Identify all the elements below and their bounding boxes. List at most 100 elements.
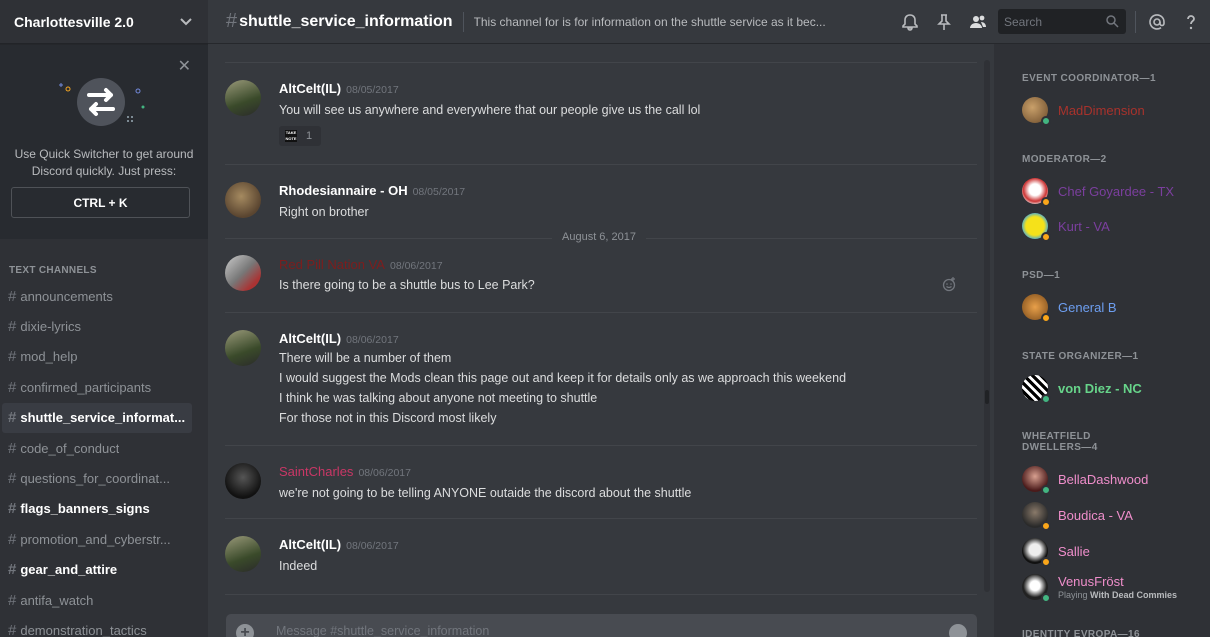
role-header: STATE ORGANIZER—1 — [1022, 351, 1139, 362]
channel-name: antifa_watch — [20, 592, 94, 608]
message-input[interactable] — [276, 624, 916, 637]
message-divider — [225, 445, 977, 446]
pin-icon[interactable] — [934, 12, 954, 32]
members-icon[interactable] — [968, 12, 988, 32]
avatar — [1022, 97, 1051, 126]
avatar — [1022, 294, 1051, 323]
channel-item[interactable]: # questions_for_coordinat... — [2, 463, 192, 493]
quick-switcher-text-line: Discord quickly. Just press: — [31, 164, 177, 178]
channel-item[interactable]: # code_of_conduct — [2, 433, 192, 463]
timestamp: 08/06/2017 — [346, 540, 399, 552]
role-header: EVENT COORDINATOR—1 — [1022, 73, 1156, 84]
member-item[interactable]: Kurt - VA — [1022, 210, 1202, 242]
hash-icon: # — [8, 439, 17, 457]
channel-item[interactable]: # gear_and_attire — [2, 555, 192, 585]
help-icon[interactable] — [1181, 12, 1201, 32]
channel-item[interactable]: # announcements — [2, 281, 192, 311]
channel-name: announcements — [20, 288, 113, 304]
member-item[interactable]: von Diez - NC — [1022, 372, 1202, 404]
author-name[interactable]: AltCelt(IL) — [279, 81, 341, 96]
close-icon[interactable]: ✕ — [178, 56, 191, 76]
channel-item[interactable]: # demonstration_tactics — [2, 615, 192, 637]
status-idle-icon — [1041, 521, 1051, 531]
member-item[interactable]: Sallie — [1022, 535, 1202, 567]
hash-icon: # — [8, 378, 17, 396]
message-header: AltCelt(IL) 08/05/2017 — [279, 81, 399, 96]
channel-name: dixie-lyrics — [20, 319, 82, 335]
message-scrollbar[interactable] — [984, 60, 990, 592]
quick-switcher-text-line: Use Quick Switcher to get around — [14, 147, 194, 161]
channel-item[interactable]: # flags_banners_signs — [2, 494, 192, 524]
mention-icon[interactable] — [1147, 12, 1167, 32]
channel-name: demonstration_tactics — [20, 622, 147, 637]
avatar[interactable] — [225, 536, 261, 572]
role-header-line: WHEATFIELD — [1022, 431, 1091, 442]
search-input[interactable] — [1004, 14, 1100, 29]
message-header: AltCelt(IL) 08/06/2017 — [279, 331, 399, 346]
channel-item[interactable]: # confirmed_participants — [2, 372, 192, 402]
channel-name: confirmed_participants — [20, 379, 152, 395]
message-group: Red Pill Nation VA 08/06/2017 Is there go… — [225, 254, 977, 304]
message-text: For those not in this Discord most likel… — [279, 411, 497, 425]
message-divider — [225, 312, 977, 313]
timestamp: 08/06/2017 — [358, 467, 411, 479]
message-header: SaintCharles 08/06/2017 — [279, 464, 411, 479]
author-name[interactable]: Rhodesiannaire - OH — [279, 183, 408, 198]
avatar[interactable] — [225, 330, 261, 366]
status-idle-icon — [1041, 232, 1051, 242]
category-text-channels[interactable]: TEXT CHANNELS — [9, 265, 97, 276]
channel-item[interactable]: # dixie-lyrics — [2, 311, 192, 341]
upload-plus-icon[interactable]: + — [236, 624, 254, 637]
message-text: Right on brother — [279, 205, 369, 219]
message-header: AltCelt(IL) 08/06/2017 — [279, 537, 399, 552]
message-divider — [225, 164, 977, 165]
activity-prefix: Playing — [1058, 590, 1088, 600]
hash-icon: # — [8, 621, 17, 637]
hash-icon: # — [8, 530, 17, 548]
message-group: AltCelt(IL) 08/06/2017 There will be a nu… — [225, 328, 977, 438]
member-item[interactable]: General B — [1022, 291, 1202, 323]
quick-switcher-shortcut[interactable]: CTRL + K — [11, 187, 190, 218]
author-name[interactable]: Red Pill Nation VA — [279, 257, 385, 272]
hash-icon: # — [8, 318, 17, 336]
channel-item[interactable]: # antifa_watch — [2, 585, 192, 615]
channel-sidebar: Charlottesville 2.0 ✕ Use Quick Switcher… — [0, 0, 208, 637]
avatar[interactable] — [225, 80, 261, 116]
member-item[interactable]: Chef Goyardee - TX — [1022, 175, 1202, 207]
author-name[interactable]: SaintCharles — [279, 464, 353, 479]
avatar[interactable] — [225, 182, 261, 218]
hash-icon: # — [226, 10, 238, 32]
search-icon — [1106, 15, 1119, 28]
channel-item[interactable]: # mod_help — [2, 342, 192, 372]
member-item[interactable]: Boudica - VA — [1022, 499, 1202, 531]
emoji-picker-icon[interactable] — [949, 624, 967, 637]
channel-title: shuttle_service_information — [239, 12, 453, 30]
search-box[interactable] — [998, 9, 1126, 34]
member-item[interactable]: BellaDashwood — [1022, 463, 1202, 495]
channel-item[interactable]: # promotion_and_cyberstr... — [2, 524, 192, 554]
author-name[interactable]: AltCelt(IL) — [279, 331, 341, 346]
message-group: SaintCharles 08/06/2017 we're not going t… — [225, 461, 977, 511]
add-reaction-icon[interactable] — [941, 276, 957, 292]
member-item[interactable]: VenusFröst Playing With Dead Commies — [1022, 570, 1202, 604]
message-text: Indeed — [279, 559, 318, 573]
message-divider — [225, 518, 977, 519]
member-list: EVENT COORDINATOR—1 MadDimension MODERAT… — [994, 44, 1210, 637]
member-item[interactable]: MadDimension — [1022, 94, 1202, 126]
status-idle-icon — [1041, 557, 1051, 567]
avatar[interactable] — [225, 255, 261, 291]
avatar — [1022, 178, 1051, 207]
avatar — [1022, 574, 1051, 603]
chevron-down-icon[interactable] — [180, 17, 192, 26]
avatar[interactable] — [225, 463, 261, 499]
message-scrollbar-thumb[interactable] — [985, 390, 989, 404]
author-name[interactable]: AltCelt(IL) — [279, 537, 341, 552]
channel-name: gear_and_attire — [20, 562, 118, 578]
channel-topic[interactable]: This channel for is for information on t… — [474, 15, 826, 29]
timestamp: 08/06/2017 — [389, 260, 443, 272]
guild-header[interactable]: Charlottesville 2.0 — [0, 0, 208, 44]
bell-icon[interactable] — [900, 12, 920, 32]
channel-item[interactable]: # shuttle_service_informat... — [2, 402, 192, 433]
member-name: Kurt - VA — [1058, 218, 1110, 234]
reaction[interactable]: TAKE NOTE 1 — [279, 126, 321, 146]
